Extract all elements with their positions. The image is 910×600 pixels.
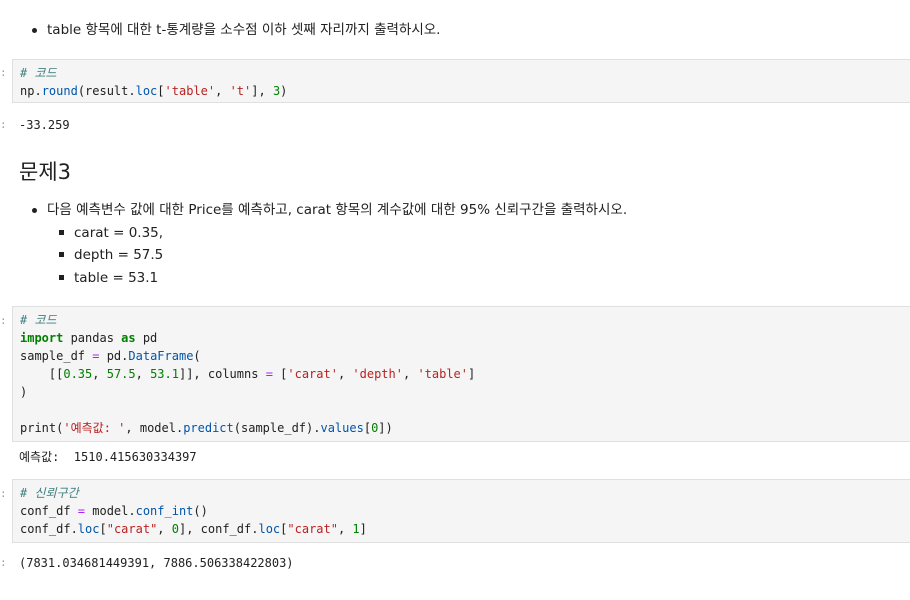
bullet-icon [32, 208, 37, 213]
code-line: ) [20, 385, 28, 399]
code-line: sample_df = pd.DataFrame( [20, 349, 201, 363]
sub-bullet: depth = 57.5 [74, 247, 164, 263]
cell-output-1: -33.259 [19, 118, 70, 132]
sub-bullet: table = 53.1 [74, 270, 159, 286]
question-text: 다음 예측변수 값에 대한 Price를 예측하고, carat 항목의 계수값… [47, 202, 628, 218]
square-bullet-icon [59, 230, 64, 235]
square-bullet-icon [59, 252, 64, 257]
cell-output-2: 예측값: 1510.415630334397 [19, 450, 197, 464]
code-comment: # 신뢰구간 [20, 486, 79, 500]
output-prompt: : [0, 556, 7, 569]
question-text: table 항목에 대한 t-통계량을 소수점 이하 셋째 자리까지 출력하시오… [47, 22, 441, 38]
code-cell-3[interactable]: # 신뢰구간 conf_df = model.conf_int() conf_d… [12, 479, 910, 543]
code-line: conf_df.loc["carat", 0], conf_df.loc["ca… [20, 522, 367, 536]
square-bullet-icon [59, 275, 64, 280]
bullet-icon [32, 28, 37, 33]
cell-output-3: (7831.034681449391, 7886.506338422803) [19, 556, 294, 570]
code-comment: # 코드 [20, 66, 57, 80]
code-line: np.round(result.loc['table', 't'], 3) [20, 84, 288, 98]
code-comment: # 코드 [20, 313, 57, 327]
code-line: [[0.35, 57.5, 53.1]], columns = ['carat'… [20, 367, 476, 381]
code-line: conf_df = model.conf_int() [20, 504, 208, 518]
code-line: print('예측값: ', model.predict(sample_df).… [20, 421, 393, 435]
sub-bullet: carat = 0.35, [74, 225, 164, 241]
section-heading: 문제3 [19, 160, 72, 184]
code-line: import pandas as pd [20, 331, 158, 345]
cell-prompt: : [0, 314, 7, 327]
output-prompt: : [0, 118, 7, 131]
code-cell-1[interactable]: # 코드 np.round(result.loc['table', 't'], … [12, 59, 910, 103]
code-cell-2[interactable]: # 코드 import pandas as pd sample_df = pd.… [12, 306, 910, 442]
cell-prompt: : [0, 487, 7, 500]
cell-prompt: : [0, 66, 7, 79]
